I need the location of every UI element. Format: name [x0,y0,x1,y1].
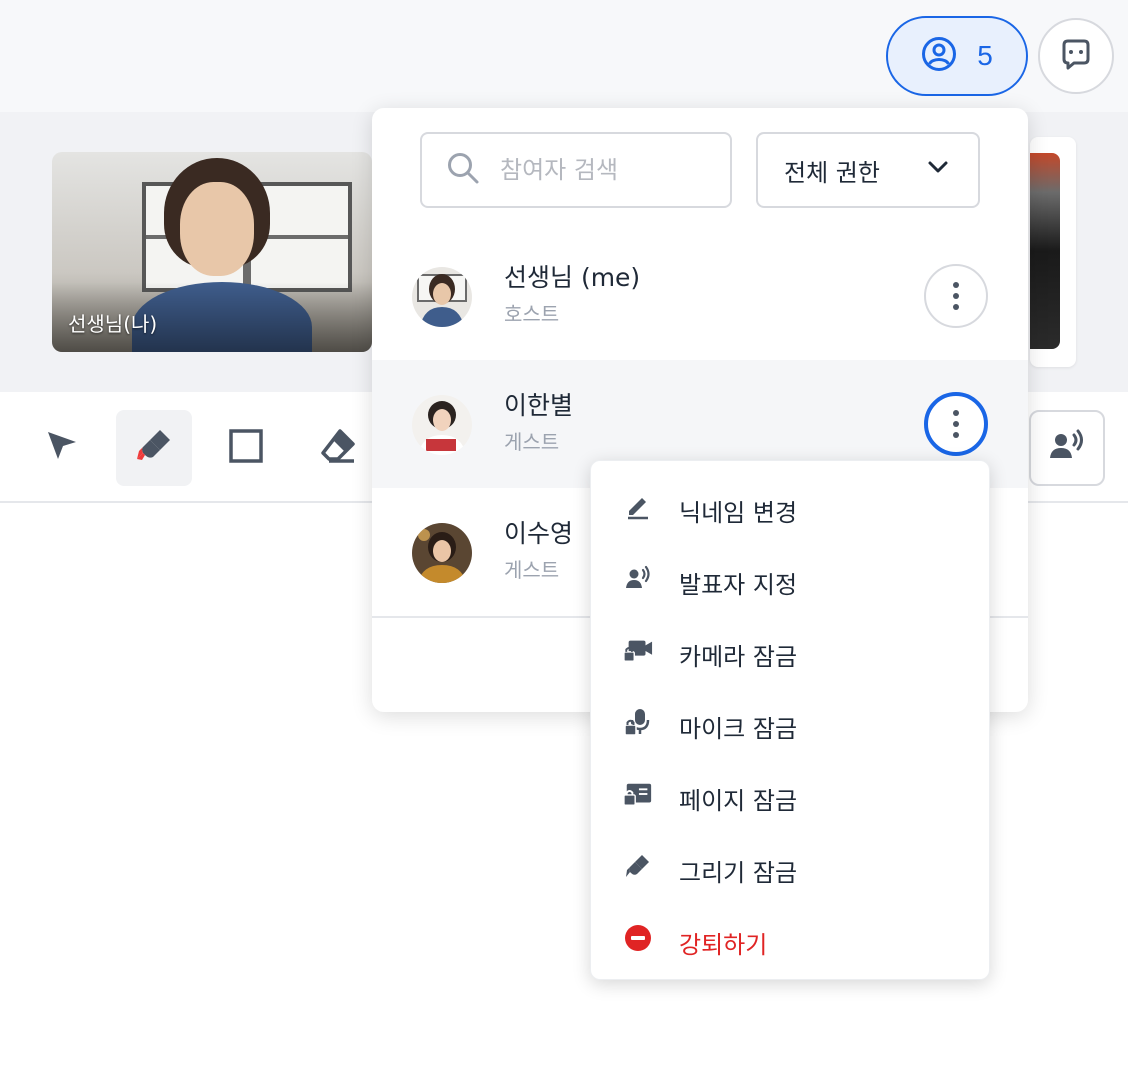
participant-role: 게스트 [504,430,560,454]
menu-item-label: 강퇴하기 [679,931,768,959]
menu-item-kick[interactable]: 강퇴하기 [591,901,991,973]
menu-item-lock-mic[interactable]: 마이크 잠금 [591,685,991,757]
menu-item-label: 페이지 잠금 [679,787,798,815]
menu-item-label: 그리기 잠금 [679,859,798,887]
menu-item-lock-page[interactable]: 페이지 잠금 [591,757,991,829]
participant-name: 이수영 [504,519,574,548]
eraser-tool-button[interactable] [300,410,376,486]
participant-name: 이한별 [504,391,574,420]
presenter-icon [1047,426,1087,470]
menu-item-change-nickname[interactable]: 닉네임 변경 [591,469,991,541]
chat-icon [1058,36,1094,76]
avatar [412,395,472,455]
page-lock-icon [623,779,653,809]
video-tile-other[interactable] [1030,137,1076,367]
pencil-icon [623,491,653,521]
presenter-icon [623,563,653,593]
square-icon [226,426,266,470]
kick-icon [623,923,653,953]
menu-item-lock-drawing[interactable]: 그리기 잠금 [591,829,991,901]
participant-row[interactable]: 선생님 (me) 호스트 [372,232,1028,360]
more-vertical-icon [953,282,959,288]
participant-name: 선생님 (me) [504,263,641,292]
rectangle-tool-button[interactable] [208,410,284,486]
search-input[interactable] [500,156,700,184]
chat-button[interactable] [1038,18,1114,94]
participant-more-button[interactable] [924,392,988,456]
menu-item-label: 카메라 잠금 [679,643,798,671]
more-vertical-icon [953,410,959,416]
menu-item-label: 발표자 지정 [679,571,798,599]
menu-item-label: 닉네임 변경 [679,499,798,527]
chevron-down-icon [926,155,950,185]
search-icon [446,151,480,189]
menu-item-lock-camera[interactable]: 카메라 잠금 [591,613,991,685]
permission-filter-value: 전체 권한 [784,158,880,187]
camera-lock-icon [623,635,653,665]
participant-context-menu: 닉네임 변경 발표자 지정 카메라 잠금 마이크 잠금 페이지 잠금 그리기 잠… [590,460,990,980]
menu-item-assign-presenter[interactable]: 발표자 지정 [591,541,991,613]
participants-button[interactable]: 5 [886,16,1028,96]
draw-lock-icon [623,851,653,881]
avatar [412,267,472,327]
pen-tool-button[interactable] [116,410,192,486]
participant-search[interactable] [420,132,732,208]
user-circle-icon [921,36,957,76]
participant-role: 게스트 [504,558,560,582]
avatar [412,523,472,583]
eraser-icon [318,426,358,470]
marker-icon [134,426,174,470]
video-tile-self[interactable]: 선생님(나) [52,152,372,352]
permission-filter-select[interactable]: 전체 권한 [756,132,980,208]
participants-count: 5 [977,40,993,71]
pointer-icon [42,426,82,470]
participant-more-button[interactable] [924,264,988,328]
participant-role: 호스트 [504,302,560,326]
select-tool-button[interactable] [24,410,100,486]
presenter-button[interactable] [1029,410,1105,486]
video-tile-label: 선생님(나) [68,312,158,336]
menu-item-label: 마이크 잠금 [679,715,798,743]
mic-lock-icon [623,707,653,737]
